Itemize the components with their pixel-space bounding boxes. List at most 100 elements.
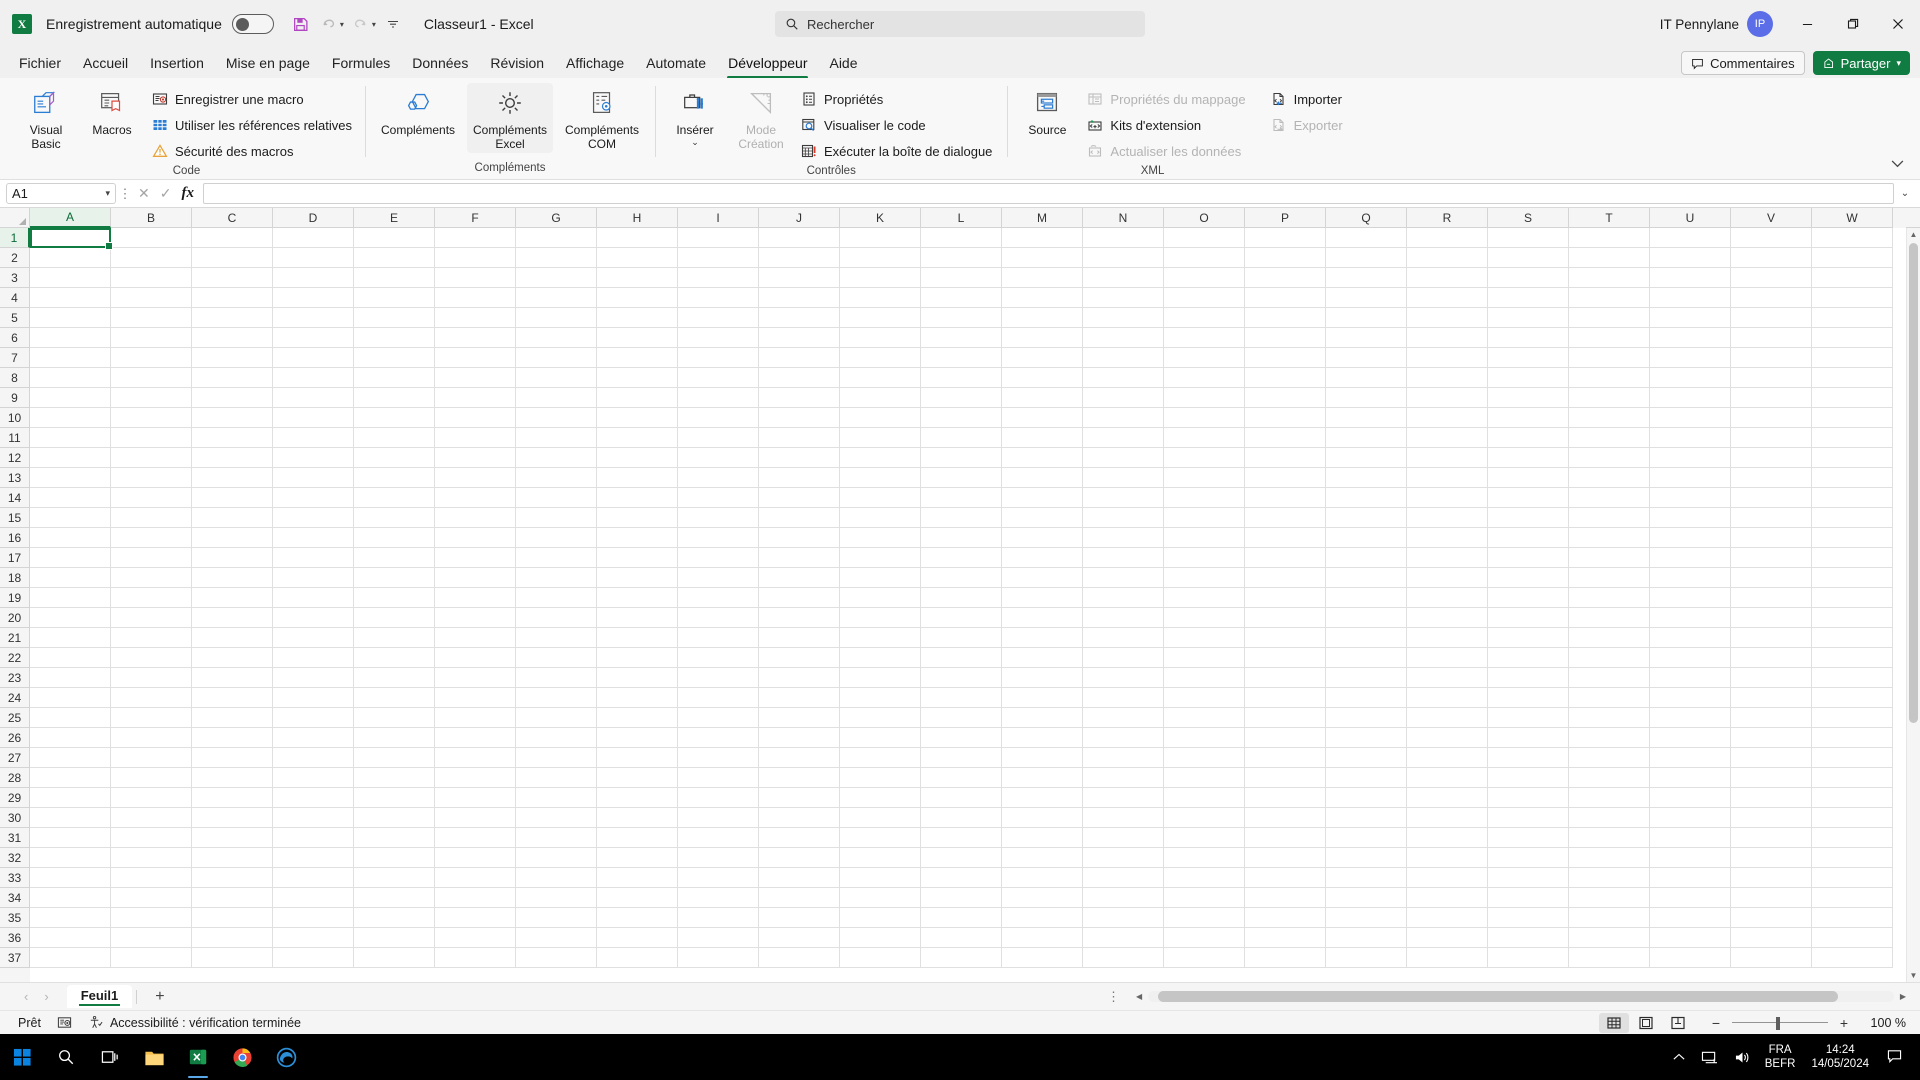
cell-A37[interactable] <box>30 948 111 968</box>
cell-Q12[interactable] <box>1326 448 1407 468</box>
cell-R37[interactable] <box>1407 948 1488 968</box>
cell-A23[interactable] <box>30 668 111 688</box>
cell-T29[interactable] <box>1569 788 1650 808</box>
row-header-15[interactable]: 15 <box>0 508 30 528</box>
cell-W13[interactable] <box>1812 468 1893 488</box>
cell-T13[interactable] <box>1569 468 1650 488</box>
cell-T9[interactable] <box>1569 388 1650 408</box>
cell-Q3[interactable] <box>1326 268 1407 288</box>
cell-K27[interactable] <box>840 748 921 768</box>
cell-V23[interactable] <box>1731 668 1812 688</box>
cell-G11[interactable] <box>516 428 597 448</box>
cell-A14[interactable] <box>30 488 111 508</box>
cell-V24[interactable] <box>1731 688 1812 708</box>
cell-G29[interactable] <box>516 788 597 808</box>
row-header-21[interactable]: 21 <box>0 628 30 648</box>
scroll-down-icon[interactable]: ▼ <box>1910 969 1918 982</box>
share-caret-icon[interactable]: ▾ <box>1896 58 1901 69</box>
cell-O29[interactable] <box>1164 788 1245 808</box>
cell-P31[interactable] <box>1245 828 1326 848</box>
cell-S22[interactable] <box>1488 648 1569 668</box>
cell-I16[interactable] <box>678 528 759 548</box>
cell-L1[interactable] <box>921 228 1002 248</box>
cell-B1[interactable] <box>111 228 192 248</box>
cell-I37[interactable] <box>678 948 759 968</box>
xml-source-button[interactable]: Source <box>1015 83 1079 153</box>
cell-W19[interactable] <box>1812 588 1893 608</box>
cell-S16[interactable] <box>1488 528 1569 548</box>
cell-C22[interactable] <box>192 648 273 668</box>
cell-V25[interactable] <box>1731 708 1812 728</box>
row-header-12[interactable]: 12 <box>0 448 30 468</box>
cell-G20[interactable] <box>516 608 597 628</box>
cell-D5[interactable] <box>273 308 354 328</box>
zoom-out-button[interactable]: − <box>1709 1015 1723 1031</box>
cell-B35[interactable] <box>111 908 192 928</box>
cell-R13[interactable] <box>1407 468 1488 488</box>
cell-C17[interactable] <box>192 548 273 568</box>
cell-A8[interactable] <box>30 368 111 388</box>
cell-M32[interactable] <box>1002 848 1083 868</box>
cell-T1[interactable] <box>1569 228 1650 248</box>
column-header-U[interactable]: U <box>1650 208 1731 228</box>
cell-O6[interactable] <box>1164 328 1245 348</box>
cell-L20[interactable] <box>921 608 1002 628</box>
cell-N36[interactable] <box>1083 928 1164 948</box>
cell-G3[interactable] <box>516 268 597 288</box>
cell-B24[interactable] <box>111 688 192 708</box>
row-header-24[interactable]: 24 <box>0 688 30 708</box>
cell-W2[interactable] <box>1812 248 1893 268</box>
cell-T14[interactable] <box>1569 488 1650 508</box>
cell-J26[interactable] <box>759 728 840 748</box>
cell-B21[interactable] <box>111 628 192 648</box>
cell-H19[interactable] <box>597 588 678 608</box>
zoom-in-button[interactable]: + <box>1837 1015 1851 1031</box>
cell-N35[interactable] <box>1083 908 1164 928</box>
cell-I34[interactable] <box>678 888 759 908</box>
cell-S24[interactable] <box>1488 688 1569 708</box>
cell-N12[interactable] <box>1083 448 1164 468</box>
cell-R26[interactable] <box>1407 728 1488 748</box>
cell-N19[interactable] <box>1083 588 1164 608</box>
cell-S6[interactable] <box>1488 328 1569 348</box>
cell-G30[interactable] <box>516 808 597 828</box>
cell-D34[interactable] <box>273 888 354 908</box>
cell-Q10[interactable] <box>1326 408 1407 428</box>
cell-L23[interactable] <box>921 668 1002 688</box>
cell-A22[interactable] <box>30 648 111 668</box>
cell-F10[interactable] <box>435 408 516 428</box>
cell-F22[interactable] <box>435 648 516 668</box>
cell-H5[interactable] <box>597 308 678 328</box>
cell-N5[interactable] <box>1083 308 1164 328</box>
cell-P3[interactable] <box>1245 268 1326 288</box>
autosave-toggle[interactable] <box>231 14 274 34</box>
cell-N18[interactable] <box>1083 568 1164 588</box>
cell-P20[interactable] <box>1245 608 1326 628</box>
grid-cells[interactable] <box>30 228 1906 982</box>
cell-R29[interactable] <box>1407 788 1488 808</box>
cell-Q36[interactable] <box>1326 928 1407 948</box>
cell-U3[interactable] <box>1650 268 1731 288</box>
edge-taskbar-button[interactable] <box>264 1034 308 1080</box>
cell-Q34[interactable] <box>1326 888 1407 908</box>
cell-P34[interactable] <box>1245 888 1326 908</box>
cell-F2[interactable] <box>435 248 516 268</box>
column-header-A[interactable]: A <box>30 208 111 228</box>
cell-D17[interactable] <box>273 548 354 568</box>
cell-D6[interactable] <box>273 328 354 348</box>
cell-D20[interactable] <box>273 608 354 628</box>
cell-R20[interactable] <box>1407 608 1488 628</box>
cell-B36[interactable] <box>111 928 192 948</box>
tab-revision[interactable]: Révision <box>479 52 555 75</box>
cell-K4[interactable] <box>840 288 921 308</box>
cell-H20[interactable] <box>597 608 678 628</box>
cell-I10[interactable] <box>678 408 759 428</box>
cell-H24[interactable] <box>597 688 678 708</box>
cell-U21[interactable] <box>1650 628 1731 648</box>
cell-B32[interactable] <box>111 848 192 868</box>
cell-C31[interactable] <box>192 828 273 848</box>
row-header-16[interactable]: 16 <box>0 528 30 548</box>
cell-S19[interactable] <box>1488 588 1569 608</box>
excel-addins-button[interactable]: Compléments Excel <box>467 83 554 153</box>
search-button[interactable] <box>44 1034 88 1080</box>
